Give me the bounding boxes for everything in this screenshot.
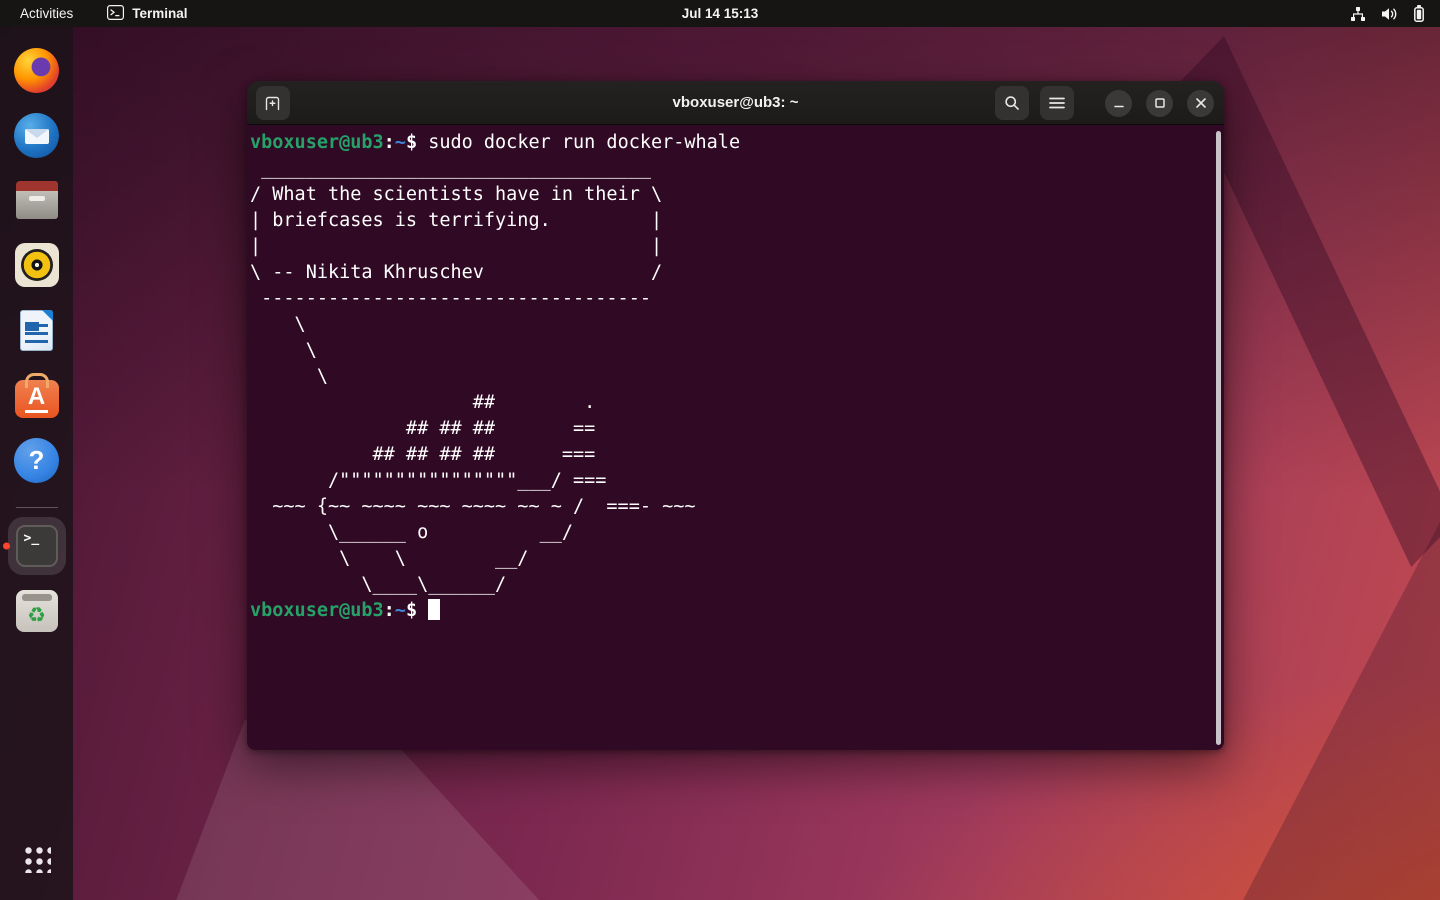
dock-item-libreoffice-writer[interactable] [0,306,73,354]
dock-item-help[interactable]: ? [0,436,73,484]
network-icon [1350,6,1366,22]
terminal-screen[interactable]: vboxuser@ub3:~$ sudo docker run docker-w… [247,125,1224,750]
terminal-window: vboxuser@ub3: ~ [247,81,1224,750]
firefox-icon [14,48,59,93]
prompt-symbol: $ [406,132,428,153]
command-text: sudo docker run docker-whale [428,132,740,153]
battery-icon [1414,5,1424,22]
clock[interactable]: Jul 14 15:13 [682,6,759,21]
window-title: vboxuser@ub3: ~ [673,94,799,111]
activities-button[interactable]: Activities [20,6,73,21]
dock-item-files[interactable] [0,176,73,224]
desktop-wallpaper: Activities Terminal Jul 14 15:13 [0,0,1440,900]
ubuntu-software-glyph: A [25,385,48,413]
prompt-separator: : [384,600,395,621]
close-button[interactable] [1187,90,1214,117]
help-icon: ? [14,438,59,483]
dock-item-show-applications[interactable] [0,835,73,883]
files-folder-icon [16,187,58,219]
trash-icon: ♻ [16,590,58,632]
app-menu[interactable]: Terminal [107,5,187,23]
recycle-glyph: ♻ [27,605,46,626]
prompt-path: ~ [395,600,406,621]
dock-item-firefox[interactable] [0,46,73,94]
libreoffice-writer-icon [20,310,53,351]
command-output-whale: ___________________________________ / Wh… [250,156,1222,598]
prompt-separator: : [384,132,395,153]
prompt-user-host: vboxuser@ub3 [250,600,384,621]
dock-item-terminal[interactable]: >_ [0,522,73,570]
system-status-area[interactable] [1350,0,1440,27]
new-tab-button[interactable] [256,86,290,120]
dock-item-trash[interactable]: ♻ [0,587,73,635]
dock-item-ubuntu-software[interactable]: A [0,371,73,419]
minimize-button[interactable] [1105,90,1132,117]
prompt-line-command: vboxuser@ub3:~$ sudo docker run docker-w… [250,130,1222,156]
ubuntu-software-icon: A [15,380,59,418]
prompt-user-host: vboxuser@ub3 [250,132,384,153]
dock-item-rhythmbox[interactable] [0,241,73,289]
running-indicator-dot [3,543,10,550]
maximize-button[interactable] [1146,90,1173,117]
app-grid-icon [23,845,51,873]
search-button[interactable] [995,86,1029,120]
terminal-app-icon [107,5,124,23]
dock-divider [16,507,58,508]
rhythmbox-icon [15,243,59,287]
prompt-line-current: vboxuser@ub3:~$ [250,598,1222,624]
prompt-symbol: $ [406,600,428,621]
thunderbird-icon [14,113,59,158]
volume-icon [1381,6,1399,22]
prompt-path: ~ [395,132,406,153]
terminal-icon: >_ [16,525,58,567]
focused-app-name: Terminal [132,6,187,21]
dock-item-thunderbird[interactable] [0,111,73,159]
menu-button[interactable] [1040,86,1074,120]
dock: A ? >_ ♻ [0,27,73,900]
window-titlebar[interactable]: vboxuser@ub3: ~ [247,81,1224,125]
terminal-cursor [428,599,440,620]
terminal-scrollbar[interactable] [1216,131,1221,745]
top-bar: Activities Terminal Jul 14 15:13 [0,0,1440,27]
